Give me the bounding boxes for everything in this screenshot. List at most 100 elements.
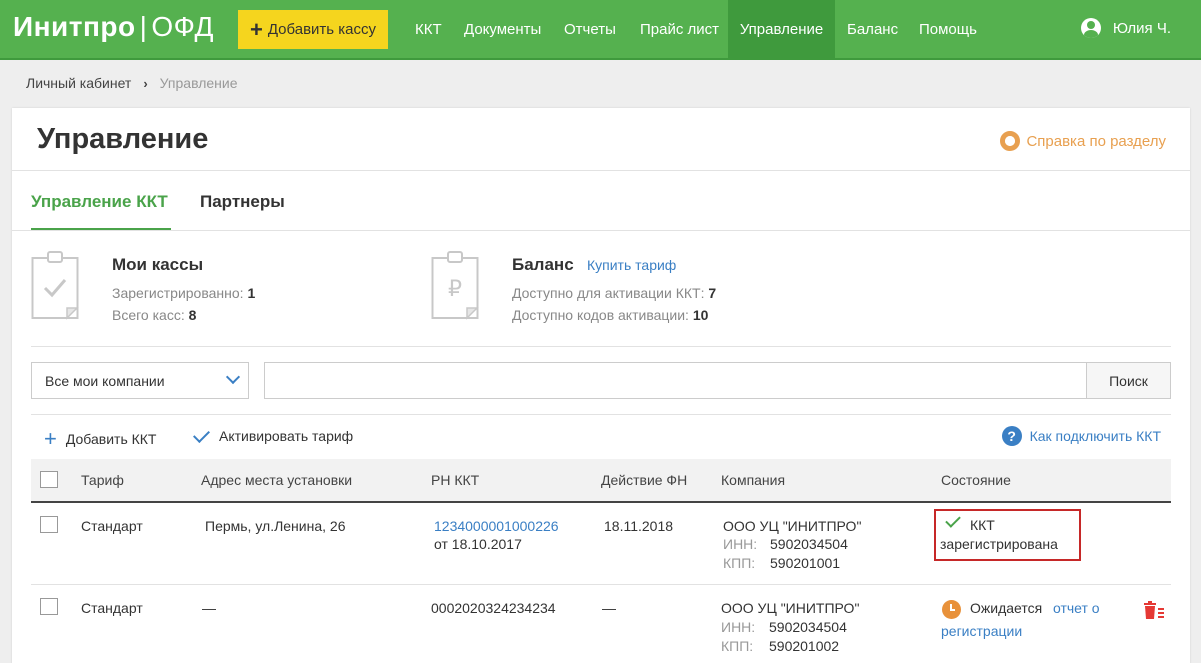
logo[interactable]: Инитпро | ОФД <box>13 11 214 43</box>
clipboard-ruble-icon: ₽ <box>431 251 479 320</box>
row-tariff: Стандарт <box>81 518 143 534</box>
registration-report-link[interactable]: отчет о <box>1053 600 1100 616</box>
total-label: Всего касс: <box>112 307 185 323</box>
column-tariff[interactable]: Тариф <box>81 472 124 488</box>
row-divider <box>31 584 1171 585</box>
clipboard-check-icon <box>31 251 79 320</box>
plus-icon: + <box>249 16 263 42</box>
company-select-value: Все мои компании <box>45 372 165 389</box>
row-kpp-label: КПП: <box>723 555 756 571</box>
filters-divider <box>31 414 1171 415</box>
nav-balance[interactable]: Баланс <box>835 0 910 58</box>
user-menu[interactable]: Юлия Ч. <box>1080 18 1171 38</box>
top-navigation-bar: Инитпро | ОФД + Добавить кассу ККТ Докумен… <box>0 0 1201 60</box>
row-rn-date: от 18.10.2017 <box>434 536 522 552</box>
header-bottom-line <box>0 58 1201 60</box>
add-kassa-button[interactable]: + Добавить кассу <box>238 10 388 49</box>
nav-reports[interactable]: Отчеты <box>552 0 628 58</box>
my-kassy-title: Мои кассы <box>112 255 204 274</box>
tab-partners[interactable]: Партнеры <box>200 192 285 212</box>
user-avatar-icon <box>1080 18 1101 38</box>
registered-value: 1 <box>247 285 256 301</box>
page-title: Управление <box>37 123 209 155</box>
check-icon <box>193 425 210 443</box>
row-checkbox[interactable] <box>40 516 58 533</box>
logo-product: ОФД <box>151 11 214 42</box>
breadcrumb: Личный кабинет › Управление <box>26 75 238 91</box>
title-divider <box>12 170 1190 171</box>
column-address[interactable]: Адрес места установки <box>201 472 352 488</box>
row-inn: 5902034504 <box>769 619 847 635</box>
row-rn: 0002020324234234 <box>431 600 556 616</box>
row-fn-action: — <box>602 600 616 616</box>
row-fn-action: 18.11.2018 <box>604 518 674 534</box>
available-activation: Доступно для активации ККТ: 7 <box>512 285 716 301</box>
management-card: Управление Справка по разделу Управление… <box>12 108 1190 663</box>
row-kpp: 590201002 <box>769 638 840 654</box>
available-value: 7 <box>708 285 717 301</box>
chevron-down-icon <box>225 369 241 385</box>
codes-label: Доступно кодов активации: <box>512 307 689 323</box>
column-company[interactable]: Компания <box>721 472 785 488</box>
activation-codes: Доступно кодов активации: 10 <box>512 307 708 323</box>
breadcrumb-arrow-icon: › <box>143 75 148 91</box>
registered-label: Зарегистрированно: <box>112 285 244 301</box>
summary-divider <box>31 346 1171 347</box>
add-kkt-label: Добавить ККТ <box>65 431 157 447</box>
plus-icon: + <box>44 426 57 451</box>
row-inn-label: ИНН: <box>723 536 758 552</box>
column-fn-action[interactable]: Действие ФН <box>601 472 687 488</box>
activate-tariff-label: Активировать тариф <box>219 428 354 444</box>
breadcrumb-home[interactable]: Личный кабинет <box>26 75 131 91</box>
table-header: Тариф Адрес места установки РН ККТ Дейст… <box>31 459 1171 503</box>
section-help-link[interactable]: Справка по разделу <box>1000 131 1166 151</box>
how-to-connect-link[interactable]: ? Как подключить ККТ <box>1001 426 1161 446</box>
row-kpp-label: КПП: <box>721 638 754 654</box>
add-kkt-button[interactable]: + Добавить ККТ <box>44 428 156 450</box>
how-to-connect-label: Как подключить ККТ <box>1029 428 1161 444</box>
codes-value: 10 <box>692 307 709 323</box>
row-tariff: Стандарт <box>81 600 143 616</box>
column-rn[interactable]: РН ККТ <box>431 472 479 488</box>
tab-kkt-management[interactable]: Управление ККТ <box>31 192 168 212</box>
row-address: Пермь, ул.Ленина, 26 <box>205 518 346 534</box>
total-count: Всего касс: 8 <box>112 307 196 323</box>
row-inn-label: ИНН: <box>721 619 756 635</box>
section-help-label: Справка по разделу <box>1026 132 1166 150</box>
nav-documents[interactable]: Документы <box>452 0 553 58</box>
activate-tariff-button[interactable]: Активировать тариф <box>192 425 354 444</box>
row-checkbox[interactable] <box>40 598 58 615</box>
registered-count: Зарегистрированно: 1 <box>112 285 255 301</box>
registration-report-link-cont[interactable]: регистрации <box>941 623 1022 639</box>
available-label: Доступно для активации ККТ: <box>512 285 705 301</box>
breadcrumb-current: Управление <box>159 75 238 91</box>
search-button[interactable]: Поиск <box>1086 362 1171 399</box>
row-rn-link[interactable]: 1234000001000226 <box>434 518 559 534</box>
nav-help[interactable]: Помощь <box>907 0 989 58</box>
add-kassa-label: Добавить кассу <box>267 21 377 38</box>
row-company: ООО УЦ "ИНИТПРО" <box>721 600 860 616</box>
select-all-checkbox[interactable] <box>40 471 58 488</box>
row-status-line2: зарегистрирована <box>940 536 1058 552</box>
lifebuoy-icon <box>1000 131 1021 151</box>
search-input[interactable] <box>264 362 1087 399</box>
logo-brand: Инитпро <box>13 11 136 42</box>
logo-separator: | <box>139 11 148 42</box>
trash-icon[interactable] <box>1142 601 1166 619</box>
total-value: 8 <box>188 307 197 323</box>
row-kpp: 590201001 <box>770 555 841 571</box>
nav-price-list[interactable]: Прайс лист <box>628 0 731 58</box>
row-status-line1: ККТ <box>970 517 995 533</box>
company-select[interactable]: Все мои компании <box>31 362 249 399</box>
column-status[interactable]: Состояние <box>941 472 1011 488</box>
tabs-divider <box>12 230 1190 231</box>
question-icon: ? <box>1001 426 1022 446</box>
row-status-text: Ожидается <box>970 600 1043 616</box>
buy-tariff-link[interactable]: Купить тариф <box>587 257 676 273</box>
nav-management[interactable]: Управление <box>728 0 835 58</box>
user-name: Юлия Ч. <box>1112 19 1171 37</box>
row-inn: 5902034504 <box>770 536 848 552</box>
balance-title: Баланс <box>512 255 574 274</box>
nav-kkt[interactable]: ККТ <box>403 0 454 58</box>
row-address: — <box>202 600 216 616</box>
